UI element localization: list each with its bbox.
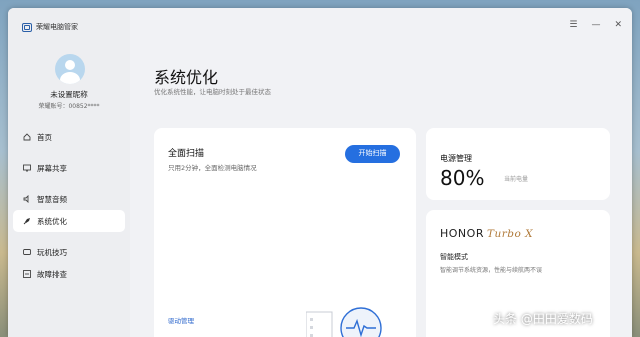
home-icon [23, 133, 31, 141]
battery-level: 80% [440, 166, 485, 190]
device-brand: HONOR Turbo X [440, 227, 533, 240]
app-title-bar: 荣耀电脑管家 [22, 22, 78, 32]
performance-mode-desc: 智能调节系统资源，性能与续航两不误 [440, 267, 543, 274]
minimize-icon[interactable]: — [591, 20, 600, 30]
page-subtitle: 优化系统性能，让电脑时刻处于最佳状态 [154, 88, 271, 96]
brand-name: HONOR [440, 227, 484, 240]
performance-mode-title: 智能模式 [440, 253, 468, 261]
sidebar-item-label: 系统优化 [37, 216, 67, 226]
sidebar-item-label: 首页 [37, 132, 52, 142]
main-content: ☰ — ✕ 系统优化 优化系统性能，让电脑时刻处于最佳状态 全面扫描 只用2分钟… [130, 8, 632, 337]
avatar[interactable] [55, 54, 85, 84]
window-controls: ☰ — ✕ [569, 20, 622, 30]
sidebar-item-label: 屏幕共享 [37, 163, 67, 173]
sidebar-item-system-optimize[interactable]: 系统优化 [13, 210, 125, 232]
sidebar: 荣耀电脑管家 未设置昵称 荣耀账号：00852**** 首页 屏幕共享 智慧音频… [8, 8, 130, 337]
troubleshoot-icon [23, 270, 31, 278]
device-model: Turbo X [486, 228, 534, 240]
scan-title: 全面扫描 [168, 149, 205, 159]
profile-account: 荣耀账号：00852**** [38, 103, 100, 110]
power-management-card[interactable]: 电源管理 80% 当前电量 [426, 128, 610, 200]
page-title: 系统优化 [154, 68, 219, 87]
profile-nickname[interactable]: 未设置昵称 [8, 89, 130, 100]
watermark: 头条 @田田爱数码 [493, 312, 593, 326]
sidebar-item-label: 玩机技巧 [37, 247, 67, 257]
battery-caption: 当前电量 [504, 176, 529, 183]
app-window: 荣耀电脑管家 未设置昵称 荣耀账号：00852**** 首页 屏幕共享 智慧音频… [8, 8, 632, 337]
sidebar-item-tips[interactable]: 玩机技巧 [13, 241, 125, 263]
driver-management-link[interactable]: 驱动管理 [168, 315, 194, 325]
sidebar-item-screen-share[interactable]: 屏幕共享 [13, 157, 125, 179]
scan-illustration-icon [306, 307, 382, 337]
rocket-icon [23, 217, 31, 225]
screen-share-icon [23, 164, 31, 172]
power-title: 电源管理 [440, 154, 472, 163]
app-title: 荣耀电脑管家 [36, 23, 78, 31]
sidebar-item-label: 智慧音频 [37, 194, 67, 204]
sidebar-nav: 首页 屏幕共享 智慧音频 系统优化 玩机技巧 故障排查 [13, 126, 125, 285]
tips-icon [23, 248, 31, 256]
sidebar-item-audio[interactable]: 智慧音频 [13, 188, 125, 210]
sidebar-item-home[interactable]: 首页 [13, 126, 125, 148]
sidebar-item-label: 故障排查 [37, 269, 67, 279]
scan-subtitle: 只用2分钟，全面检测电脑情况 [168, 164, 257, 172]
close-icon[interactable]: ✕ [614, 20, 622, 30]
sidebar-item-troubleshoot[interactable]: 故障排查 [13, 263, 125, 285]
menu-icon[interactable]: ☰ [569, 20, 577, 30]
app-logo-icon [22, 22, 32, 32]
start-scan-button[interactable]: 开始扫描 [345, 145, 400, 163]
full-scan-card: 全面扫描 只用2分钟，全面检测电脑情况 开始扫描 驱动管理 [154, 128, 416, 337]
audio-icon [23, 194, 31, 204]
